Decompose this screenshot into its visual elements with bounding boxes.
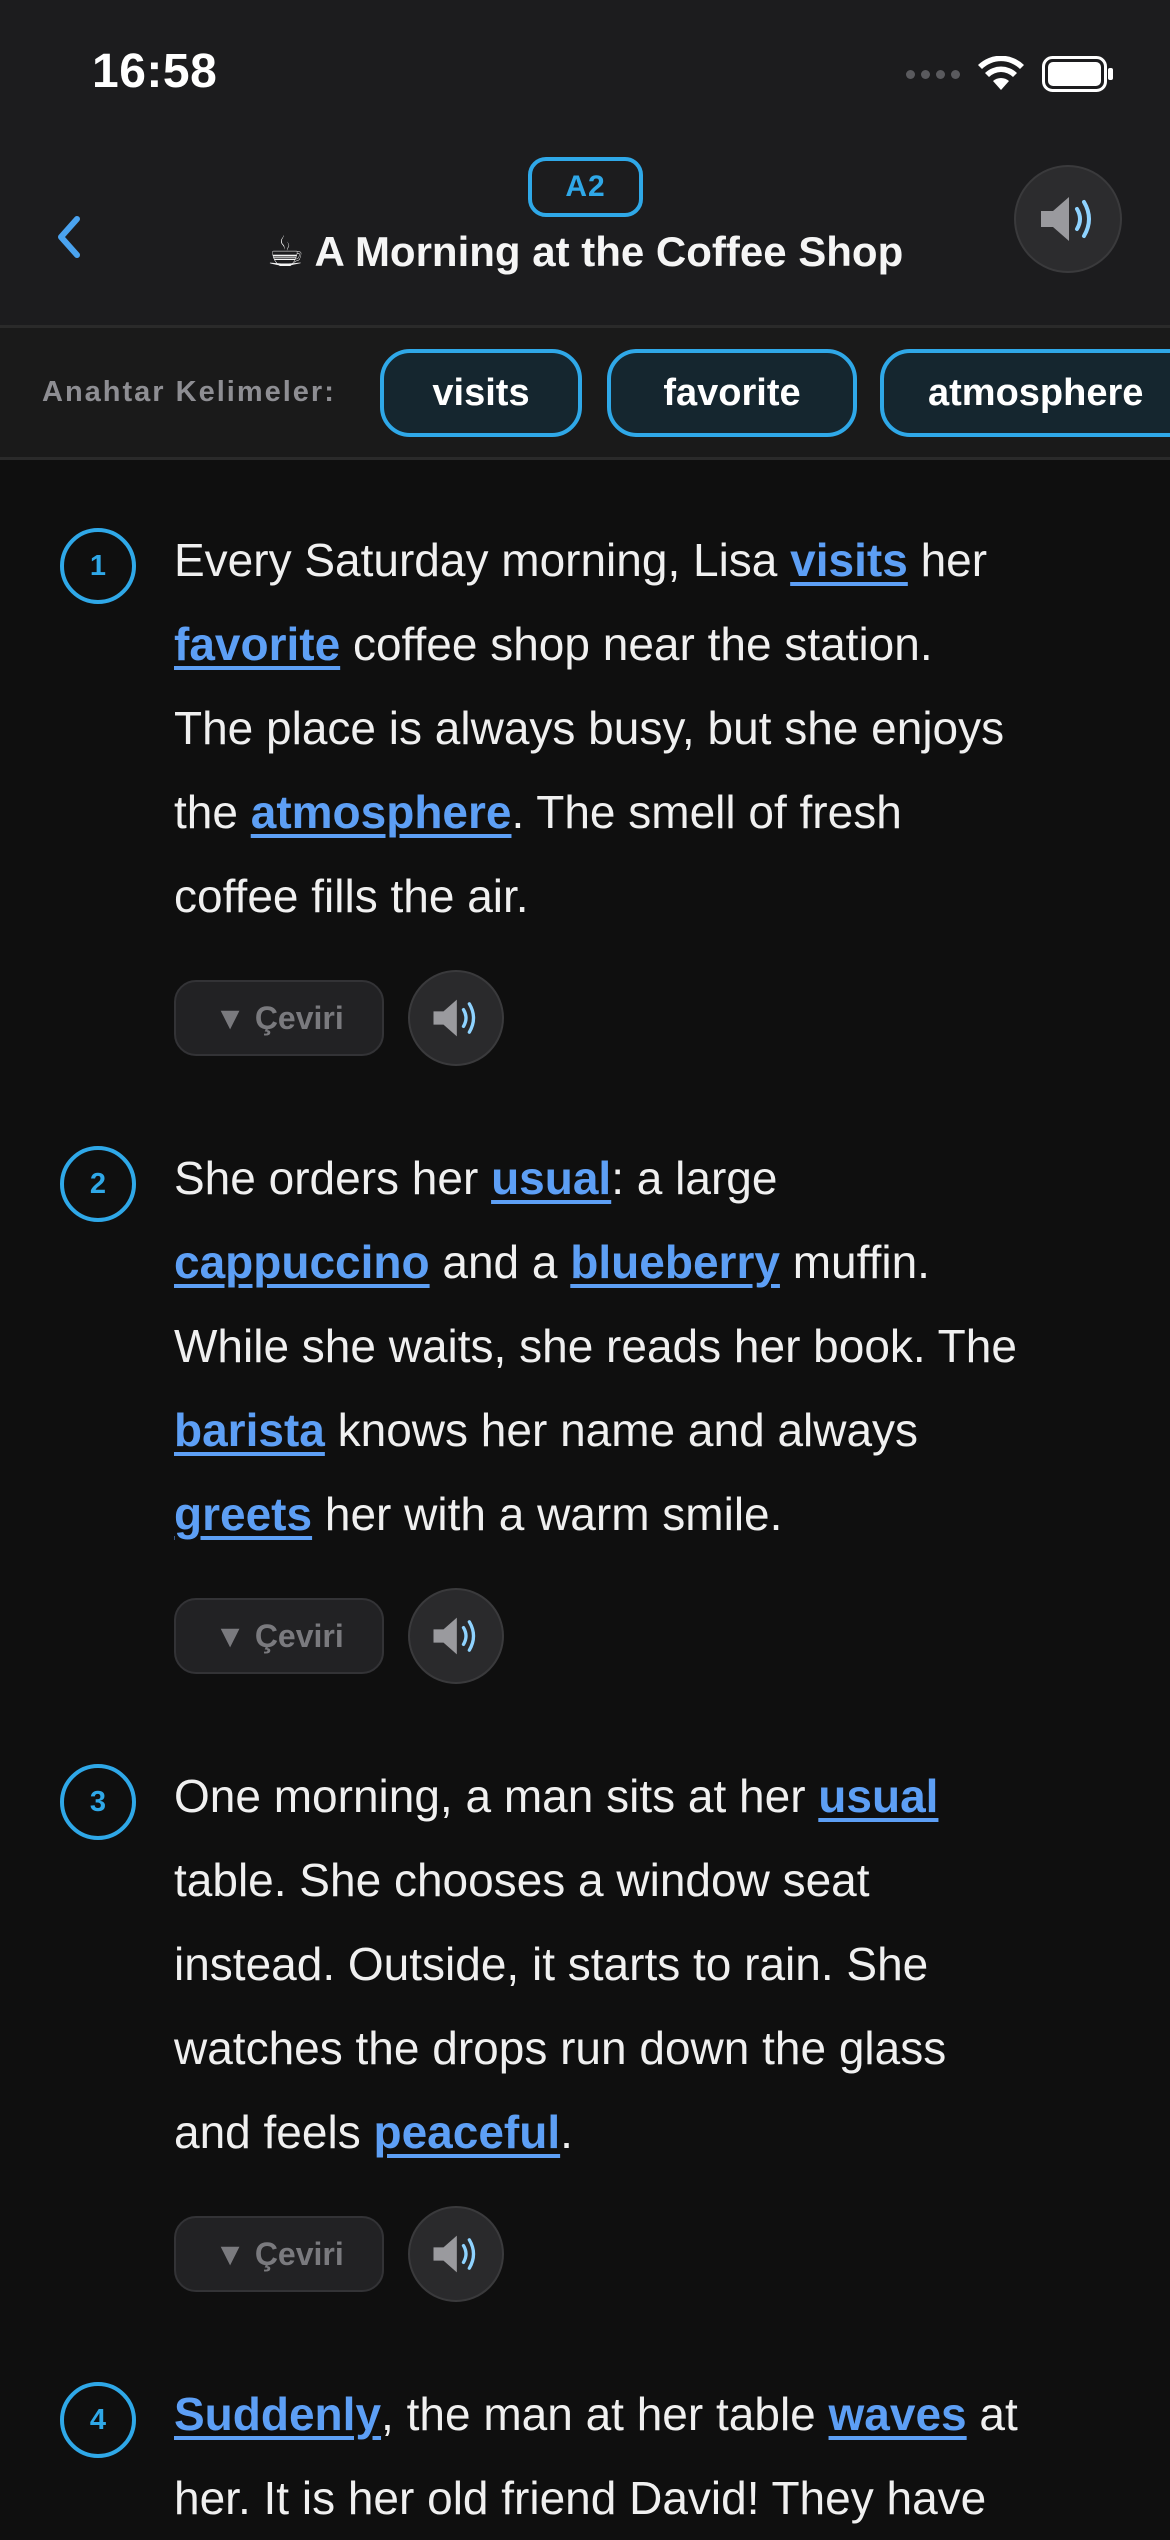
paragraph-text: One morning, a man sits at her usual tabl… (174, 1754, 1114, 2174)
text-segment: the (174, 786, 251, 838)
text-line: her. It is her old friend David! They ha… (174, 2456, 1114, 2540)
text-line: barista knows her name and always (174, 1388, 1114, 1472)
text-segment: coffee fills the air. (174, 870, 529, 922)
text-segment: . (560, 2106, 573, 2158)
keyword-link[interactable]: blueberry (570, 1236, 780, 1288)
text-line: coffee fills the air. (174, 854, 1114, 938)
keyword-link[interactable]: Suddenly (174, 2388, 381, 2440)
text-segment: table. She chooses a window seat (174, 1854, 870, 1906)
keyword-chip[interactable]: atmosphere (880, 349, 1170, 437)
text-line: One morning, a man sits at her usual (174, 1754, 1114, 1838)
battery-icon (1042, 56, 1113, 92)
text-segment: and feels (174, 2106, 374, 2158)
text-line: The place is always busy, but she enjoys (174, 686, 1114, 770)
story-title: ☕ A Morning at the Coffee Shop (266, 228, 904, 275)
cellular-signal-icon (906, 69, 960, 79)
text-line: Suddenly, the man at her table waves at (174, 2372, 1114, 2456)
paragraph-text: Every Saturday morning, Lisa visits her f… (174, 518, 1114, 938)
text-line: and feels peaceful. (174, 2090, 1114, 2174)
text-segment: coffee shop near the station. (340, 618, 933, 670)
text-segment: The place is always busy, but she enjoys (174, 702, 1005, 754)
keyword-link[interactable]: atmosphere (251, 786, 512, 838)
keyword-chip[interactable]: visits (380, 349, 582, 437)
keyword-link[interactable]: favorite (174, 618, 340, 670)
keyword-link[interactable]: visits (790, 534, 908, 586)
text-line: table. She chooses a window seat (174, 1838, 1114, 1922)
text-segment: at (966, 2388, 1018, 2440)
translate-toggle-button[interactable]: ▼ Çeviri (174, 2216, 384, 2292)
text-segment: She orders her (174, 1152, 492, 1204)
paragraph-number: 1 (60, 528, 136, 604)
text-segment: . The smell of fresh (511, 786, 902, 838)
text-segment: watches the drops run down the glass (174, 2022, 947, 2074)
keyword-chip[interactable]: favorite (607, 349, 857, 437)
text-segment: her (907, 534, 988, 586)
text-segment: , the man at her table (381, 2388, 829, 2440)
wifi-icon (978, 56, 1024, 90)
text-line: favorite coffee shop near the station. (174, 602, 1114, 686)
paragraph-number: 3 (60, 1764, 136, 1840)
play-paragraph-audio-button[interactable] (408, 970, 504, 1066)
play-paragraph-audio-button[interactable] (408, 1588, 504, 1684)
level-badge: A2 (528, 157, 643, 217)
paragraph-text: She orders her usual: a large cappuccino … (174, 1136, 1114, 1556)
keyword-link[interactable]: cappuccino (174, 1236, 430, 1288)
keyword-link[interactable]: usual (491, 1152, 611, 1204)
text-line: Every Saturday morning, Lisa visits her (174, 518, 1114, 602)
status-time: 16:58 (92, 45, 218, 98)
text-line: While she waits, she reads her book. The (174, 1304, 1114, 1388)
speaker-icon (1041, 197, 1091, 241)
text-line: She orders her usual: a large (174, 1136, 1114, 1220)
text-segment: While she waits, she reads her book. The (174, 1320, 1017, 1372)
translate-toggle-button[interactable]: ▼ Çeviri (174, 980, 384, 1056)
status-indicators (906, 52, 1114, 96)
text-segment: knows her name and always (324, 1404, 919, 1456)
text-segment: Every Saturday morning, Lisa (174, 534, 791, 586)
paragraph-number: 4 (60, 2382, 136, 2458)
translate-toggle-button[interactable]: ▼ Çeviri (174, 1598, 384, 1674)
text-segment: muffin. (779, 1236, 930, 1288)
keyword-bar: Anahtar Kelimeler: visits favorite atmos… (0, 325, 1170, 460)
keyword-link[interactable]: barista (174, 1404, 325, 1456)
keyword-link[interactable]: waves (829, 2388, 967, 2440)
status-bar: 16:58 (0, 0, 1170, 145)
play-story-audio-button[interactable] (1014, 165, 1122, 273)
text-segment: : a large (611, 1152, 778, 1204)
text-line: the atmosphere. The smell of fresh (174, 770, 1114, 854)
play-paragraph-audio-button[interactable] (408, 2206, 504, 2302)
text-line: greets her with a warm smile. (174, 1472, 1114, 1556)
paragraph-number: 2 (60, 1146, 136, 1222)
text-line: cappuccino and a blueberry muffin. (174, 1220, 1114, 1304)
keyword-link[interactable]: greets (174, 1488, 312, 1540)
paragraph-text: Suddenly, the man at her table waves at h… (174, 2372, 1114, 2540)
text-segment: One morning, a man sits at her (174, 1770, 819, 1822)
text-segment: and a (429, 1236, 571, 1288)
speaker-icon (433, 999, 476, 1037)
keyword-link[interactable]: usual (818, 1770, 938, 1822)
text-segment: her with a warm smile. (312, 1488, 783, 1540)
speaker-icon (433, 1617, 476, 1655)
text-line: watches the drops run down the glass (174, 2006, 1114, 2090)
speaker-icon (433, 2235, 476, 2273)
text-segment: instead. Outside, it starts to rain. She (174, 1938, 929, 1990)
keyword-link[interactable]: peaceful (373, 2106, 560, 2158)
keywords-label: Anahtar Kelimeler: (42, 376, 336, 408)
story-header: A2 ☕ A Morning at the Coffee Shop (0, 145, 1170, 325)
text-line: instead. Outside, it starts to rain. She (174, 1922, 1114, 2006)
text-segment: her. It is her old friend David! They ha… (174, 2472, 987, 2524)
